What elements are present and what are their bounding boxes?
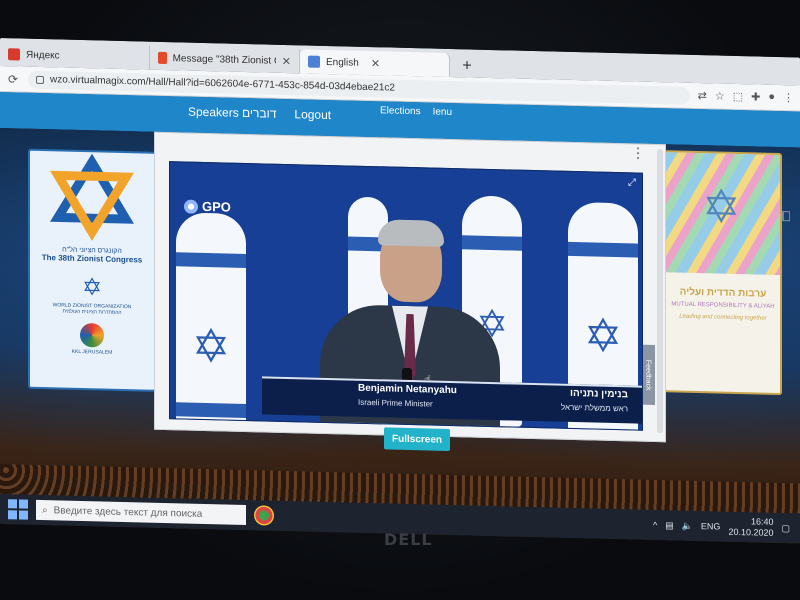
close-tab-icon[interactable]: ✕ (371, 57, 380, 70)
url-text: wzo.virtualmagix.com/Hall/Hall?id=606260… (50, 74, 395, 94)
gmail-favicon-icon (158, 51, 167, 65)
language-indicator[interactable]: ENG (701, 521, 721, 531)
player-scrollbar[interactable] (657, 149, 663, 434)
speakers-link[interactable]: Speakers דוברים (188, 105, 276, 121)
taskbar-search-input[interactable]: ⌕ Введите здесь текст для поиска (36, 499, 246, 526)
system-tray: ^ ▤ 🔈 ENG 16:40 20.10.2020 ▢ (653, 514, 800, 540)
speaker-name-en: Benjamin Netanyahu (358, 382, 457, 397)
translate-icon[interactable]: ⇄ (698, 89, 707, 102)
feedback-tab[interactable]: Feedback (641, 344, 655, 406)
aliyah-title-he: ערבות הדדית ועליה (679, 286, 767, 300)
congress-title-en: The 38th Zionist Congress (41, 253, 143, 265)
close-tab-icon[interactable]: ✕ (282, 54, 291, 67)
page-favicon-icon (308, 55, 320, 68)
speaker-name-he: בנימין נתניהו (570, 387, 628, 401)
tab-english[interactable]: English 🔈 ✕ (140, 49, 450, 101)
star-of-david-icon: ✡ (191, 319, 231, 373)
kkl-logo-icon (80, 322, 104, 348)
puzzle-icon[interactable]: ✚ (751, 90, 760, 103)
speaker-role-en: Israeli Prime Minister (358, 397, 433, 409)
fullscreen-button[interactable]: Fullscreen (384, 427, 450, 451)
dell-logo: DELL (384, 530, 433, 549)
israel-flag: ✡ (176, 212, 246, 431)
aliyah-subtitle: Leading and connecting together (679, 313, 767, 322)
logout-link[interactable]: Logout (294, 107, 331, 122)
reload-icon[interactable]: ⟳ (6, 72, 20, 86)
star-of-david-icon: ✡ (702, 180, 741, 234)
tab-label: Яндекс (26, 49, 60, 61)
tab-yandex[interactable]: Яндекс (0, 42, 150, 70)
tab-message[interactable]: Message "38th Zionist Congress ✕ (150, 45, 300, 74)
congress-logo-icon (50, 153, 134, 241)
ienu-link[interactable]: Ienu (433, 107, 452, 118)
speaker-role-he: ראש ממשלת ישראל (560, 402, 628, 414)
kkl-name: KKL JERUSALEM (71, 348, 113, 356)
video-stream[interactable]: ⤢ GPO ✡ ✡ ✡ ☝ Benjamin Netanyahu Israeli… (169, 161, 643, 431)
extension-icon[interactable]: ⬚ (733, 90, 743, 103)
congress-banner-left: הקונגרס הציוני הל"ח The 38th Zionist Con… (28, 148, 156, 392)
windows-start-icon[interactable] (8, 499, 28, 520)
clock[interactable]: 16:40 20.10.2020 (728, 516, 773, 539)
menu-icon[interactable]: ⋮ (783, 91, 794, 104)
lock-icon (36, 75, 44, 84)
secondary-nav: Elections Ienu (380, 105, 452, 118)
tray-chevron-icon[interactable]: ^ (653, 520, 657, 530)
new-tab-button[interactable]: + (456, 55, 478, 78)
network-icon[interactable]: ▤ (665, 520, 674, 531)
clock-date: 20.10.2020 (728, 526, 774, 538)
stream-player-card: ⋮ Feedback ⤢ GPO ✡ ✡ ✡ ☝ Benjamin Netany… (154, 131, 666, 443)
tab-label: Message "38th Zionist Congress (172, 52, 276, 67)
yandex-favicon-icon (8, 48, 20, 61)
star-of-david-icon: ✡ (583, 309, 623, 363)
gpo-logo-icon (184, 198, 198, 214)
more-options-icon[interactable]: ⋮ (631, 144, 645, 160)
banner-ribbons: ✡ (666, 152, 780, 276)
main-nav: Speakers דוברים Logout (188, 105, 331, 122)
notifications-icon[interactable]: ▢ (781, 523, 790, 534)
chrome-taskbar-icon[interactable] (254, 505, 274, 526)
aliyah-banner-right: ✡ ערבות הדדית ועליה MUTUAL RESPONSIBILIT… (664, 150, 782, 396)
extensions: ⇄ ☆ ⬚ ✚ ● ⋮ (698, 89, 794, 104)
tab-label: English (326, 56, 359, 69)
elections-link[interactable]: Elections (380, 105, 421, 117)
wzo-logo-icon: ✡ (81, 274, 103, 302)
search-placeholder: Введите здесь текст для поиска (53, 504, 203, 520)
aliyah-title-en: MUTUAL RESPONSIBILITY & ALIYAH (671, 301, 775, 310)
volume-icon[interactable]: 🔈 (682, 520, 693, 531)
expand-icon[interactable]: ⤢ (628, 177, 636, 188)
search-icon: ⌕ (42, 504, 48, 516)
bookmark-star-icon[interactable]: ☆ (715, 89, 725, 102)
profile-avatar-icon[interactable]: ● (768, 91, 775, 104)
screen: Яндекс Message "38th Zionist Congress ✕ … (0, 38, 800, 544)
